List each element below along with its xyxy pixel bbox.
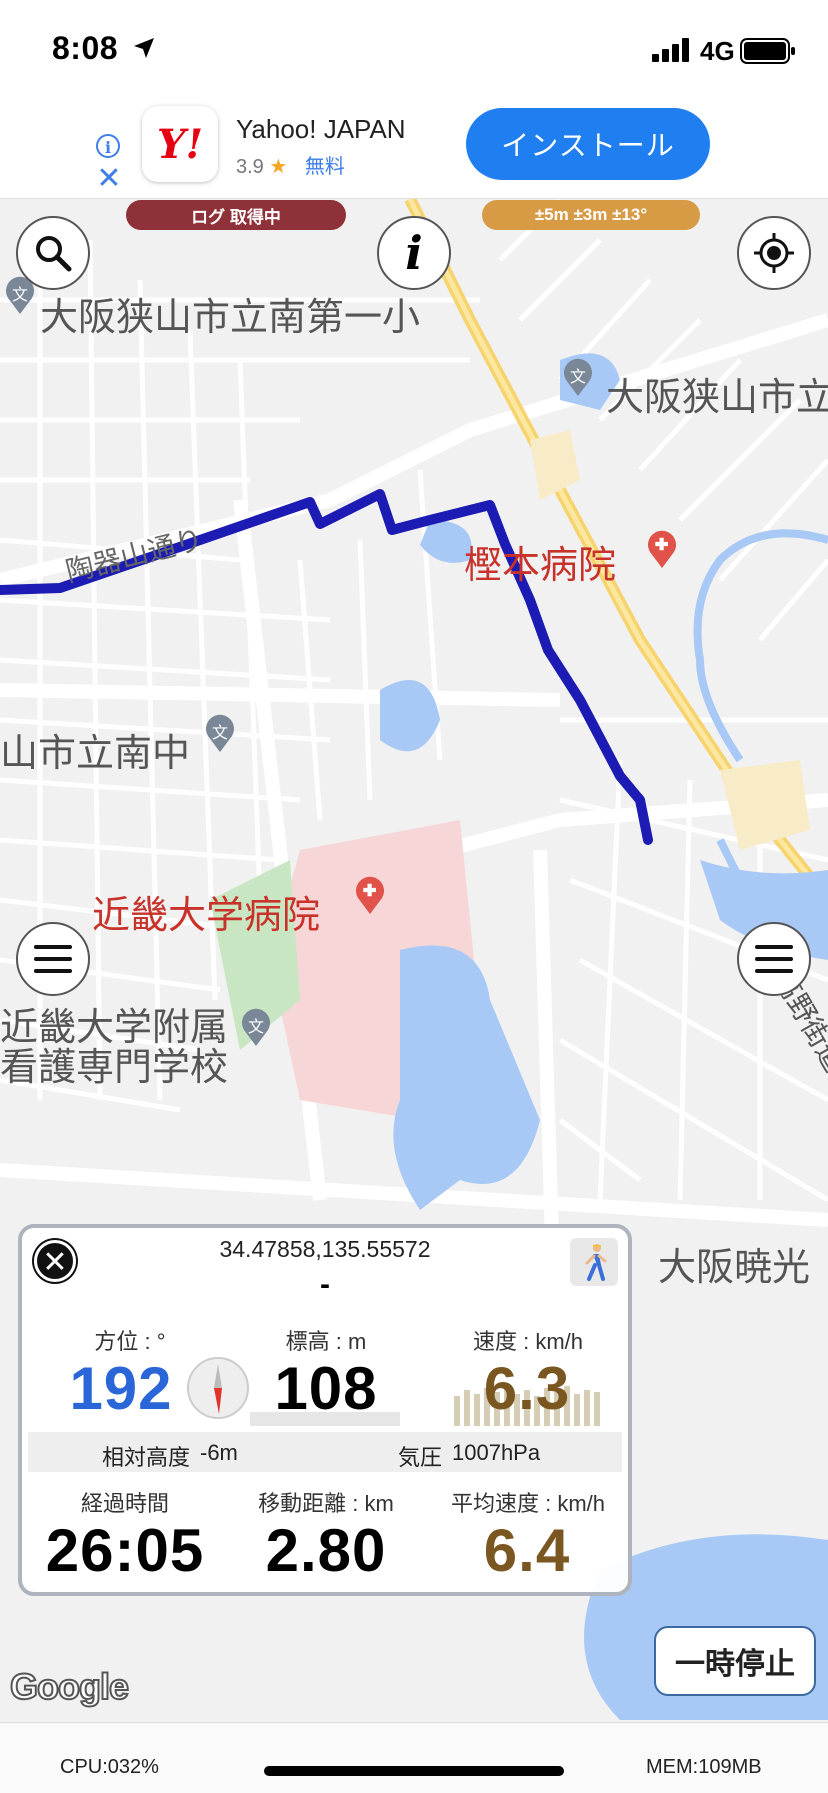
hospital-pin-icon: [356, 876, 384, 914]
distance-label: 移動距離 : km: [258, 1491, 394, 1516]
info-button[interactable]: i: [377, 216, 451, 290]
pressure-value: 1007hPa: [452, 1440, 541, 1465]
hospital-pin-icon: [648, 530, 676, 568]
logging-status-pill: ログ 取得中: [126, 200, 346, 230]
map-label: 樫本病院: [464, 545, 617, 587]
map-label: 近畿大学病院: [92, 895, 321, 937]
walking-person-icon: [585, 1244, 607, 1281]
coordinates: 34.47858,135.55572: [219, 1236, 431, 1262]
school-pin-icon: 文: [242, 1008, 270, 1046]
network-type: 4G: [700, 36, 735, 66]
close-panel-button[interactable]: ✕: [34, 1240, 76, 1282]
school-pin-icon: 文: [564, 358, 592, 396]
hamburger-menu-icon: [34, 945, 72, 973]
elapsed-time-value: 26:05: [45, 1517, 205, 1584]
svg-text:文: 文: [212, 723, 228, 742]
map-label: 大阪狭山市立: [606, 377, 828, 419]
avg-speed-label: 平均速度 : km/h: [450, 1491, 605, 1516]
elapsed-time-label: 経過時間: [80, 1491, 169, 1516]
svg-text:文: 文: [570, 367, 586, 386]
speed-label: 速度 : km/h: [472, 1329, 583, 1354]
cpu-usage: CPU:032%: [60, 1756, 159, 1778]
heading-label: 方位 : °: [94, 1329, 166, 1354]
pressure-label: 気圧: [398, 1445, 443, 1470]
home-indicator[interactable]: [264, 1766, 564, 1776]
search-button[interactable]: [16, 216, 90, 290]
locate-button[interactable]: [737, 216, 811, 290]
elevation-label: 標高 : m: [285, 1329, 367, 1354]
map-label: 山市立南中: [0, 733, 191, 775]
address-text: -: [320, 1268, 330, 1301]
map-label: 大阪狭山市立南第一小: [40, 297, 421, 339]
activity-mode-button[interactable]: [570, 1238, 618, 1286]
school-pin-icon: 文: [206, 714, 234, 752]
altitude-pressure-row: 相対高度 -6m 気圧 1007hPa: [28, 1432, 622, 1472]
ad-price: 無料: [304, 156, 345, 178]
map-label: 看護専門学校: [0, 1047, 229, 1089]
ad-banner[interactable]: i ✕ Y! Yahoo! JAPAN 3.9 ★ 無料 インストール: [0, 96, 828, 199]
google-logo: Google: [9, 1665, 130, 1708]
cellular-signal-icon: [652, 38, 689, 62]
ad-info-icon[interactable]: i: [96, 134, 120, 158]
svg-text:文: 文: [12, 285, 28, 304]
location-arrow-icon: [134, 38, 154, 58]
accuracy-pill: ±5m ±3m ±13°: [482, 200, 700, 230]
battery-icon: [740, 38, 795, 64]
elevation-value: 108: [274, 1355, 378, 1422]
crosshair-icon: [754, 233, 794, 273]
left-menu-button[interactable]: [16, 922, 90, 996]
status-time: 8:08: [52, 30, 119, 66]
relative-altitude-value: -6m: [200, 1440, 238, 1465]
info-icon: i: [405, 226, 423, 280]
hamburger-menu-icon: [755, 945, 793, 973]
map-label: 大阪暁光: [658, 1247, 811, 1289]
pause-button[interactable]: 一時停止: [654, 1626, 816, 1696]
ad-app-name: Yahoo! JAPAN: [236, 114, 406, 144]
heading-value: 192: [69, 1355, 173, 1422]
compass-icon: [187, 1357, 249, 1419]
avg-speed-value: 6.4: [483, 1517, 571, 1584]
ad-close-icon[interactable]: ✕: [96, 164, 122, 194]
status-bar: 8:08 4G: [0, 0, 828, 96]
install-button[interactable]: インストール: [466, 108, 710, 180]
ad-app-logo: Y!: [142, 106, 218, 182]
memory-usage: MEM:109MB: [646, 1756, 762, 1778]
search-icon: [36, 236, 72, 272]
ad-rating: 3.9: [236, 156, 264, 178]
star-icon: ★: [269, 156, 288, 178]
svg-text:文: 文: [248, 1017, 264, 1036]
speed-value: 6.3: [483, 1355, 571, 1422]
relative-altitude-label: 相対高度: [102, 1445, 191, 1470]
right-menu-button[interactable]: [737, 922, 811, 996]
distance-value: 2.80: [265, 1517, 387, 1584]
ad-app-meta: 3.9 ★ 無料: [236, 150, 345, 179]
